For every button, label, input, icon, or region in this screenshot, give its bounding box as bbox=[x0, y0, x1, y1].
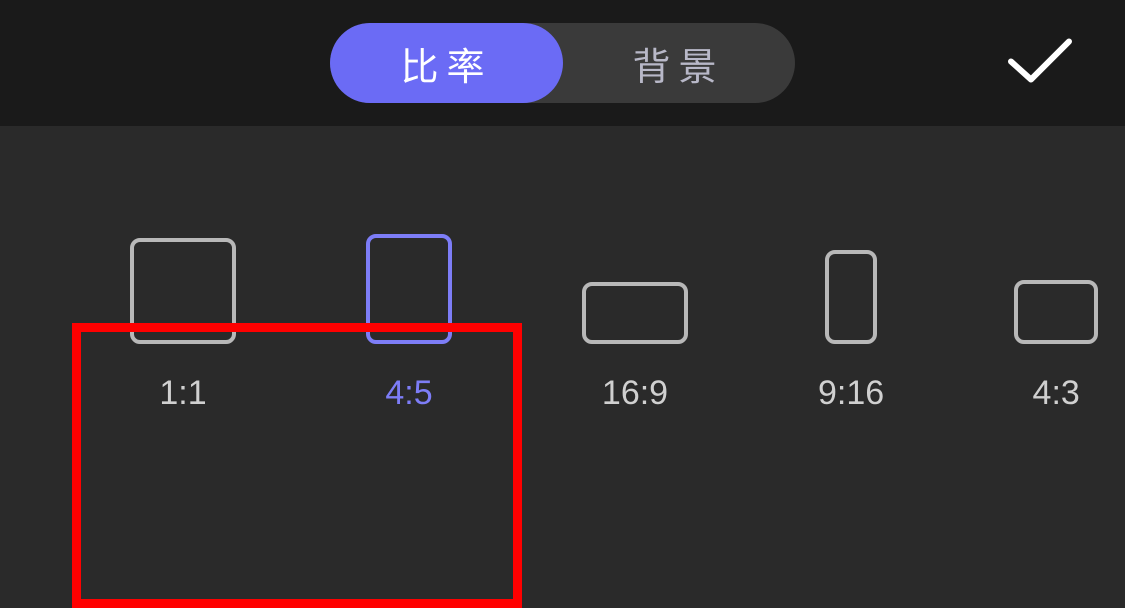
ratio-option-4-3[interactable]: 4:3 bbox=[1014, 280, 1098, 413]
ratio-label: 1:1 bbox=[159, 374, 206, 413]
ratio-option-16-9[interactable]: 16:9 bbox=[582, 282, 688, 413]
confirm-button[interactable] bbox=[1005, 36, 1075, 91]
ratio-shape-4-3 bbox=[1014, 280, 1098, 344]
tab-ratio[interactable]: 比率 bbox=[330, 23, 562, 103]
ratio-shape-16-9 bbox=[582, 282, 688, 344]
ratio-shape-9-16 bbox=[825, 250, 877, 344]
ratio-shape-4-5 bbox=[366, 234, 452, 344]
content-area: 1:1 4:5 16:9 9:16 4:3 bbox=[0, 126, 1125, 521]
ratio-label: 16:9 bbox=[602, 374, 668, 413]
header-bar: 比率 背景 bbox=[0, 0, 1125, 126]
tab-background[interactable]: 背景 bbox=[563, 23, 795, 103]
ratio-option-4-5[interactable]: 4:5 bbox=[366, 234, 452, 413]
ratio-shape-1-1 bbox=[130, 238, 236, 344]
ratio-label: 9:16 bbox=[818, 374, 884, 413]
ratio-label: 4:5 bbox=[385, 374, 432, 413]
ratio-option-9-16[interactable]: 9:16 bbox=[818, 250, 884, 413]
checkmark-icon bbox=[1005, 36, 1075, 86]
tab-group: 比率 背景 bbox=[330, 23, 794, 103]
ratio-label: 4:3 bbox=[1033, 374, 1080, 413]
ratio-option-1-1[interactable]: 1:1 bbox=[130, 238, 236, 413]
ratio-list: 1:1 4:5 16:9 9:16 4:3 bbox=[0, 234, 1125, 413]
